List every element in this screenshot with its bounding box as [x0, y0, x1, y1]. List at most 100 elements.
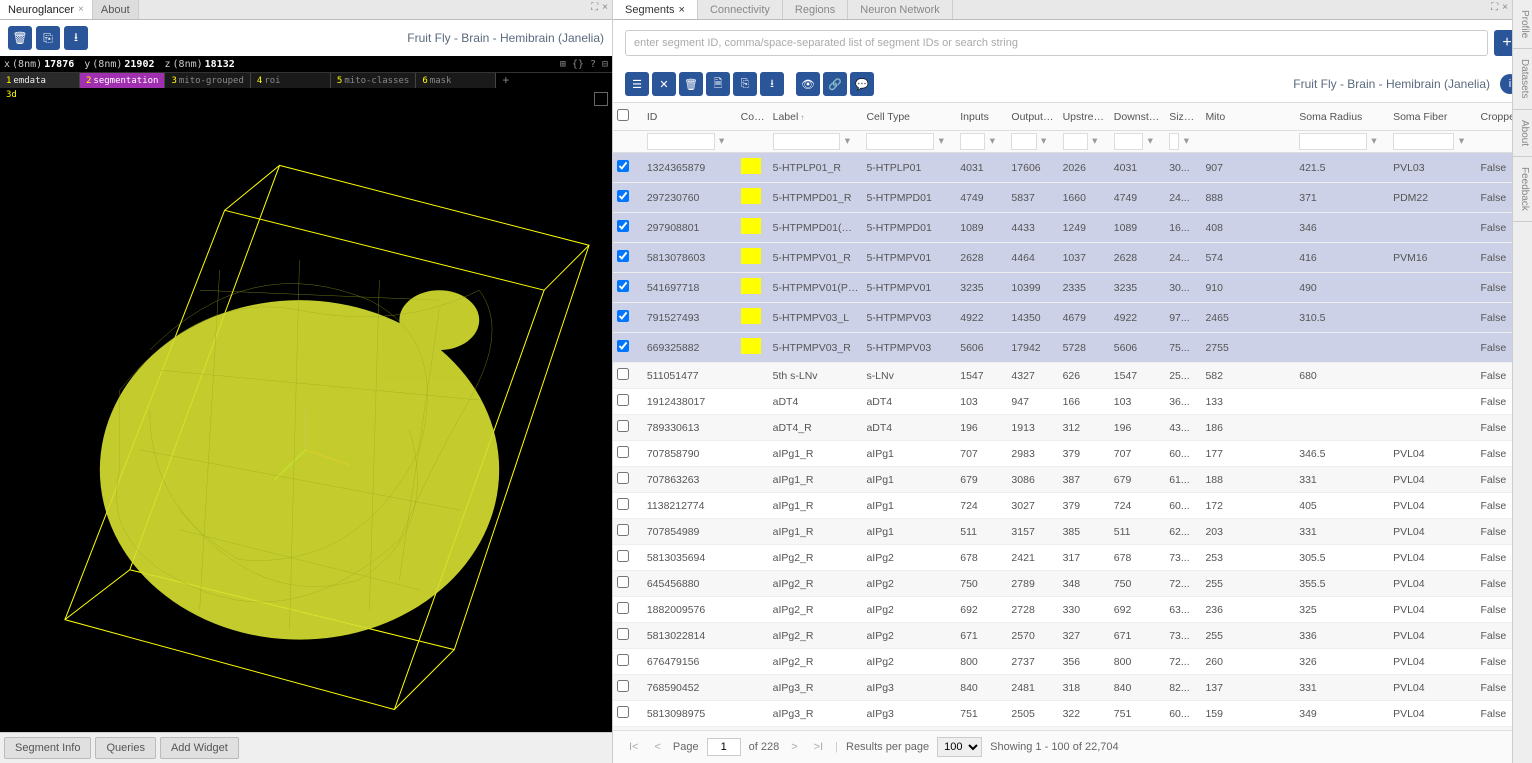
row-checkbox[interactable] [617, 280, 629, 292]
table-row[interactable]: 6693258825-HTPMPV03_R5-HTPMPV03560617942… [613, 333, 1532, 363]
expand-icon[interactable]: ⛶ [1491, 2, 1498, 13]
filter-input[interactable] [960, 133, 985, 150]
col-header[interactable]: Soma Radius [1295, 103, 1389, 131]
row-checkbox[interactable] [617, 250, 629, 262]
table-row[interactable]: 2972307605-HTPMPD01_R5-HTPMPD01474958371… [613, 183, 1532, 213]
table-row[interactable]: 5813035694aIPg2_RaIPg2678242131767873...… [613, 545, 1532, 571]
row-checkbox[interactable] [617, 310, 629, 322]
side-tab-about[interactable]: About [1513, 110, 1532, 157]
table-row[interactable]: 768590452aIPg3_RaIPg3840248131884082...1… [613, 675, 1532, 701]
filter-icon[interactable]: ▾ [715, 135, 729, 147]
help-icon[interactable]: ? [590, 59, 596, 70]
filter-input[interactable] [773, 133, 841, 150]
row-checkbox[interactable] [617, 472, 629, 484]
close-icon[interactable]: × [78, 4, 84, 15]
pager-next[interactable]: > [787, 741, 801, 753]
close-panel-icon[interactable]: × [1502, 2, 1508, 13]
table-row[interactable]: 707863263aIPg1_RaIPg1679308638767961...1… [613, 467, 1532, 493]
table-row[interactable]: 1138212774aIPg1_RaIPg1724302737972460...… [613, 493, 1532, 519]
row-checkbox[interactable] [617, 654, 629, 666]
row-checkbox[interactable] [617, 368, 629, 380]
table-row[interactable]: 1912438017aDT4aDT410394716610336...133Fa… [613, 389, 1532, 415]
close-panel-icon[interactable]: × [602, 2, 608, 13]
side-tab-datasets[interactable]: Datasets [1513, 49, 1532, 109]
filter-icon[interactable]: ▾ [840, 135, 854, 147]
filter-icon[interactable]: ▾ [1088, 135, 1102, 147]
col-header[interactable]: Mito [1201, 103, 1295, 131]
row-checkbox[interactable] [617, 220, 629, 232]
expand-icon[interactable]: ⛶ [591, 2, 598, 13]
col-header[interactable]: Size... [1165, 103, 1201, 131]
copy-icon[interactable]: ⎘ [36, 26, 60, 50]
layer-tab-emdata[interactable]: 1emdata [0, 73, 80, 88]
table-row[interactable]: 58130786035-HTPMPV01_R5-HTPMPV0126284464… [613, 243, 1532, 273]
pager-rpp-select[interactable]: 100 [937, 737, 982, 757]
hash-icon[interactable]: ⊟ [602, 59, 608, 70]
side-tab-profile[interactable]: Profile [1513, 0, 1532, 49]
col-header[interactable]: Outputs... [1007, 103, 1058, 131]
layer-tab-segmentation[interactable]: 2segmentation [80, 73, 165, 88]
download-icon[interactable]: ⭳ [64, 26, 88, 50]
download-icon[interactable]: ⭳ [760, 72, 784, 96]
col-header[interactable]: Soma Fiber [1389, 103, 1476, 131]
col-header[interactable]: ID [643, 103, 737, 131]
filter-input[interactable] [1011, 133, 1036, 150]
link-icon[interactable]: 🔗 [823, 72, 847, 96]
right-tab-regions[interactable]: Regions [783, 0, 848, 19]
filter-icon[interactable]: ▾ [1037, 135, 1051, 147]
side-tab-feedback[interactable]: Feedback [1513, 157, 1532, 222]
filter-input[interactable] [1063, 133, 1088, 150]
trash-icon[interactable]: 🗑 [8, 26, 32, 50]
col-header[interactable]: Inputs [956, 103, 1007, 131]
filter-input[interactable] [647, 133, 715, 150]
list-icon[interactable]: ☰ [625, 72, 649, 96]
table-row[interactable]: 676479156aIPg2_RaIPg2800273735680072...2… [613, 649, 1532, 675]
right-tab-connectivity[interactable]: Connectivity [698, 0, 783, 19]
row-checkbox[interactable] [617, 394, 629, 406]
close-icon[interactable]: ✕ [652, 72, 676, 96]
pager-last[interactable]: >I [810, 741, 827, 753]
row-checkbox[interactable] [617, 190, 629, 202]
row-checkbox[interactable] [617, 340, 629, 352]
col-header[interactable]: Upstream... [1059, 103, 1110, 131]
copy-icon[interactable]: ⎘ [733, 72, 757, 96]
table-row[interactable]: 645456880aIPg2_RaIPg2750278934875072...2… [613, 571, 1532, 597]
chat-icon[interactable]: 💬 [850, 72, 874, 96]
left-tab-about[interactable]: About [93, 0, 139, 19]
filter-icon[interactable]: ▾ [934, 135, 948, 147]
row-checkbox[interactable] [617, 498, 629, 510]
filter-icon[interactable]: ▾ [1454, 135, 1468, 147]
segment-search-input[interactable] [625, 30, 1488, 56]
table-row[interactable]: 1882009576aIPg2_RaIPg2692272833069263...… [613, 597, 1532, 623]
filter-input[interactable] [1169, 133, 1179, 150]
filter-input[interactable] [1393, 133, 1454, 150]
table-row[interactable]: 5416977185-HTPMPV01(PV...5-HTPMPV0132351… [613, 273, 1532, 303]
table-row[interactable]: 7915274935-HTPMPV03_L5-HTPMPV03492214350… [613, 303, 1532, 333]
filter-icon[interactable]: ▾ [985, 135, 999, 147]
row-checkbox[interactable] [617, 628, 629, 640]
row-checkbox[interactable] [617, 602, 629, 614]
row-checkbox[interactable] [617, 550, 629, 562]
pager-first[interactable]: I< [625, 741, 642, 753]
view-options-icon[interactable] [594, 92, 608, 106]
col-header[interactable]: Cell Type [862, 103, 956, 131]
layer-tab-mito-classes[interactable]: 5mito-classes [331, 73, 416, 88]
right-tab-segments[interactable]: Segments× [613, 0, 698, 19]
row-checkbox[interactable] [617, 446, 629, 458]
layer-tab-roi[interactable]: 4roi [251, 73, 331, 88]
close-icon[interactable]: × [679, 4, 685, 16]
table-row[interactable]: 707854989aIPg1_RaIPg1511315738551162...2… [613, 519, 1532, 545]
table-row[interactable]: 5813098975aIPg3_RaIPg3751250532275160...… [613, 701, 1532, 727]
col-header[interactable] [613, 103, 643, 131]
row-checkbox[interactable] [617, 420, 629, 432]
add-widget-button[interactable]: Add Widget [160, 737, 239, 759]
table-row[interactable]: 707858790aIPg1_RaIPg1707298337970760...1… [613, 441, 1532, 467]
left-tab-neuroglancer[interactable]: Neuroglancer× [0, 0, 93, 19]
pager-prev[interactable]: < [650, 741, 664, 753]
row-checkbox[interactable] [617, 576, 629, 588]
filter-icon[interactable]: ▾ [1367, 135, 1381, 147]
layer-tab-mask[interactable]: 6mask [416, 73, 496, 88]
segment-info-button[interactable]: Segment Info [4, 737, 91, 759]
row-checkbox[interactable] [617, 680, 629, 692]
doc-icon[interactable]: 🗎 [706, 72, 730, 96]
